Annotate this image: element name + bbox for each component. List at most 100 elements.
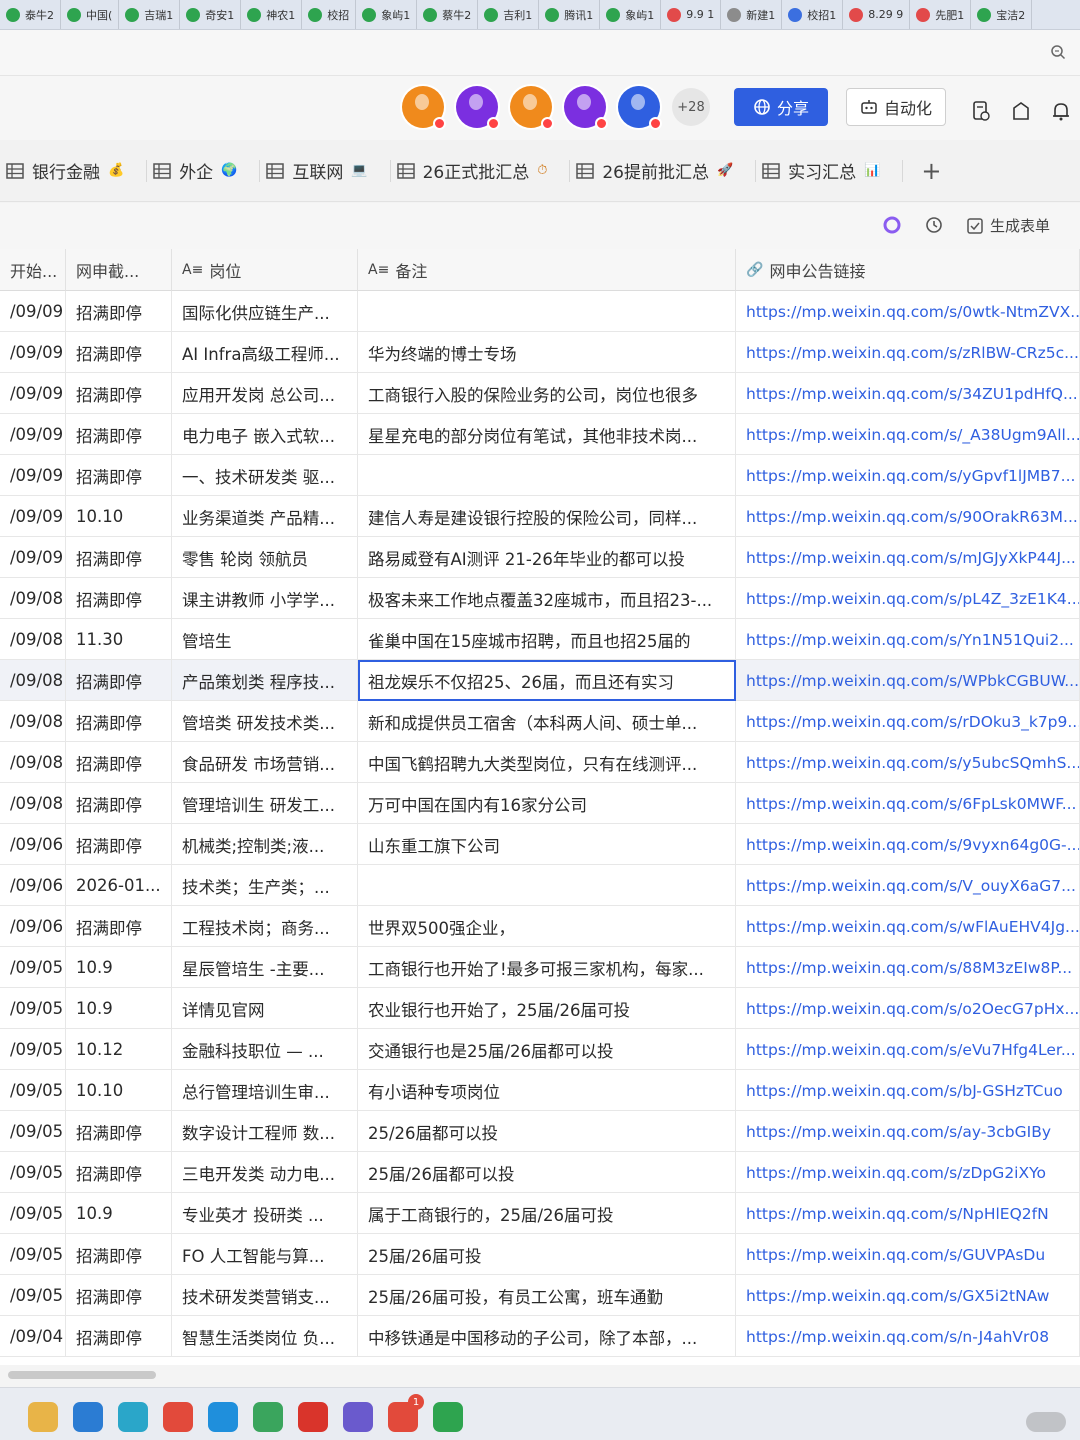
- deadline-cell[interactable]: 招满即停: [66, 537, 172, 578]
- link-cell[interactable]: https://mp.weixin.qq.com/s/WPbkCGBUW...: [736, 660, 1080, 701]
- link-cell[interactable]: https://mp.weixin.qq.com/s/90OrakR63M...: [736, 496, 1080, 537]
- deadline-cell[interactable]: 招满即停: [66, 332, 172, 373]
- position-cell[interactable]: 机械类;控制类;液...: [172, 824, 358, 865]
- edge-icon[interactable]: [208, 1402, 238, 1432]
- browser-tab[interactable]: 蔡牛2: [417, 0, 479, 29]
- collaborator-avatar[interactable]: [510, 86, 554, 130]
- position-cell[interactable]: AI Infra高级工程师...: [172, 332, 358, 373]
- table-row[interactable]: /09/05 10.9 详情见官网 农业银行也开始了，25届/26届可投 https:/…: [0, 988, 1080, 1029]
- link-cell[interactable]: https://mp.weixin.qq.com/s/NpHlEQ2fN: [736, 1193, 1080, 1234]
- browser-tab[interactable]: 神农1: [241, 0, 303, 29]
- link-cell[interactable]: https://mp.weixin.qq.com/s/9vyxn64g0G-..…: [736, 824, 1080, 865]
- table-row[interactable]: /09/09 招满即停 一、技术研发类 驱... https://mp.weixin.…: [0, 455, 1080, 496]
- deadline-cell[interactable]: 10.9: [66, 947, 172, 988]
- table-row[interactable]: /09/09 招满即停 电力电子 嵌入式软... 星星充电的部分岗位有笔试，其他非技术…: [0, 414, 1080, 455]
- link-cell[interactable]: https://mp.weixin.qq.com/s/wFlAuEHV4Jg..…: [736, 906, 1080, 947]
- position-cell[interactable]: 金融科技职位 — ...: [172, 1029, 358, 1070]
- table-row[interactable]: /09/08 招满即停 食品研发 市场营销... 中国飞鹤招聘九大类型岗位，只有在线测…: [0, 742, 1080, 783]
- table-row[interactable]: /09/08 招满即停 课主讲教师 小学学... 极客未来工作地点覆盖32座城市，而且…: [0, 578, 1080, 619]
- share-button[interactable]: 分享: [734, 88, 828, 126]
- link-cell[interactable]: https://mp.weixin.qq.com/s/Yn1N51Qui2...: [736, 619, 1080, 660]
- table-row[interactable]: /09/05 招满即停 技术研发类营销支... 25届/26届可投，有员工公寓，班车通…: [0, 1275, 1080, 1316]
- start-cell[interactable]: /09/09: [0, 414, 66, 455]
- note-cell[interactable]: 中国飞鹤招聘九大类型岗位，只有在线测评...: [358, 742, 736, 783]
- table-row[interactable]: /09/05 10.10 总行管理培训生审... 有小语种专项岗位 https://mp…: [0, 1070, 1080, 1111]
- automation-button[interactable]: 自动化: [846, 88, 946, 126]
- note-cell[interactable]: 路易威登有AI测评 21-26年毕业的都可以投: [358, 537, 736, 578]
- sheet-tab[interactable]: 26提前批汇总 🚀: [570, 159, 757, 183]
- link-cell[interactable]: https://mp.weixin.qq.com/s/ay-3cbGIBy: [736, 1111, 1080, 1152]
- sheet-tab[interactable]: 实习汇总 📊: [756, 159, 904, 183]
- wps-icon[interactable]: [298, 1402, 328, 1432]
- browser-tab[interactable]: 中国(: [61, 0, 120, 29]
- template-icon[interactable]: [1010, 100, 1032, 122]
- table-row[interactable]: /09/06 招满即停 机械类;控制类;液... 山东重工旗下公司 https://mp…: [0, 824, 1080, 865]
- note-cell[interactable]: 祖龙娱乐不仅招25、26届，而且还有实习: [358, 660, 736, 701]
- deadline-cell[interactable]: 招满即停: [66, 1111, 172, 1152]
- link-cell[interactable]: https://mp.weixin.qq.com/s/GUVPAsDu: [736, 1234, 1080, 1275]
- scrollbar-thumb[interactable]: [8, 1371, 156, 1379]
- link-cell[interactable]: https://mp.weixin.qq.com/s/6FpLsk0MWF...: [736, 783, 1080, 824]
- link-cell[interactable]: https://mp.weixin.qq.com/s/GX5i2tNAw: [736, 1275, 1080, 1316]
- deadline-cell[interactable]: 招满即停: [66, 1316, 172, 1357]
- link-cell[interactable]: https://mp.weixin.qq.com/s/0wtk-NtmZVX..…: [736, 291, 1080, 332]
- link-cell[interactable]: https://mp.weixin.qq.com/s/y5ubcSQmhS...: [736, 742, 1080, 783]
- note-cell[interactable]: 属于工商银行的，25届/26届可投: [358, 1193, 736, 1234]
- link-cell[interactable]: https://mp.weixin.qq.com/s/rDOku3_k7p9..…: [736, 701, 1080, 742]
- start-cell[interactable]: /09/08: [0, 578, 66, 619]
- sheet-tab[interactable]: 26正式批汇总 ⏱: [391, 159, 571, 183]
- deadline-cell[interactable]: 招满即停: [66, 455, 172, 496]
- start-cell[interactable]: /09/05: [0, 947, 66, 988]
- collaborator-avatar[interactable]: [564, 86, 608, 130]
- deadline-cell[interactable]: 招满即停: [66, 824, 172, 865]
- link-cell[interactable]: https://mp.weixin.qq.com/s/zDpG2iXYo: [736, 1152, 1080, 1193]
- table-row[interactable]: /09/05 招满即停 数字设计工程师 数... 25/26届都可以投 https://…: [0, 1111, 1080, 1152]
- link-cell[interactable]: https://mp.weixin.qq.com/s/mJGJyXkP44J..…: [736, 537, 1080, 578]
- horizontal-scrollbar[interactable]: [0, 1365, 1080, 1387]
- sheet-tab[interactable]: 银行金融 💰: [0, 159, 148, 183]
- browser-tab[interactable]: 吉瑞1: [119, 0, 181, 29]
- generate-form-button[interactable]: 生成表单: [966, 215, 1050, 236]
- note-cell[interactable]: 中移铁通是中国移动的子公司，除了本部，...: [358, 1316, 736, 1357]
- start-cell[interactable]: /09/05: [0, 1193, 66, 1234]
- position-cell[interactable]: 技术类；生产类；...: [172, 865, 358, 906]
- note-cell[interactable]: 交通银行也是25届/26届都可以投: [358, 1029, 736, 1070]
- note-cell[interactable]: [358, 865, 736, 906]
- collaborator-avatar[interactable]: [456, 86, 500, 130]
- link-cell[interactable]: https://mp.weixin.qq.com/s/o2OecG7pHx...: [736, 988, 1080, 1029]
- table-row[interactable]: /09/05 10.9 星辰管培生 -主要... 工商银行也开始了!最多可报三家机构，…: [0, 947, 1080, 988]
- note-cell[interactable]: 雀巢中国在15座城市招聘，而且也招25届的: [358, 619, 736, 660]
- browser-tab[interactable]: 宝洁2: [971, 0, 1033, 29]
- deadline-cell[interactable]: 招满即停: [66, 414, 172, 455]
- position-cell[interactable]: 三电开发类 动力电...: [172, 1152, 358, 1193]
- deadline-cell[interactable]: 招满即停: [66, 1234, 172, 1275]
- start-cell[interactable]: /09/05: [0, 1152, 66, 1193]
- link-cell[interactable]: https://mp.weixin.qq.com/s/pL4Z_3zE1K4..…: [736, 578, 1080, 619]
- data-grid[interactable]: 开始... 网申截... A≡ 岗位 A≡ 备注 🔗 网申公告链接/09/09 招满即停 国际化供…: [0, 249, 1080, 1365]
- link-cell[interactable]: https://mp.weixin.qq.com/s/n-J4ahVr08: [736, 1316, 1080, 1357]
- deadline-cell[interactable]: 10.9: [66, 1193, 172, 1234]
- position-cell[interactable]: 一、技术研发类 驱...: [172, 455, 358, 496]
- link-cell[interactable]: https://mp.weixin.qq.com/s/34ZU1pdHfQ...: [736, 373, 1080, 414]
- browser-tab[interactable]: 象屿1: [600, 0, 662, 29]
- browser-blue-icon[interactable]: [73, 1402, 103, 1432]
- browser-tab[interactable]: 吉利1: [478, 0, 540, 29]
- position-cell[interactable]: 食品研发 市场营销...: [172, 742, 358, 783]
- column-header[interactable]: 网申截...: [66, 249, 172, 291]
- note-cell[interactable]: 工商银行也开始了!最多可报三家机构，每家...: [358, 947, 736, 988]
- link-cell[interactable]: https://mp.weixin.qq.com/s/88M3zEIw8P...: [736, 947, 1080, 988]
- browser-tab[interactable]: 9.9 1: [661, 0, 722, 29]
- position-cell[interactable]: FO 人工智能与算...: [172, 1234, 358, 1275]
- position-cell[interactable]: 总行管理培训生审...: [172, 1070, 358, 1111]
- start-cell[interactable]: /09/08: [0, 619, 66, 660]
- folder-icon[interactable]: [28, 1402, 58, 1432]
- start-cell[interactable]: /09/06: [0, 824, 66, 865]
- deadline-cell[interactable]: 2026-01...: [66, 865, 172, 906]
- start-cell[interactable]: /09/08: [0, 701, 66, 742]
- column-header[interactable]: 开始...: [0, 249, 66, 291]
- position-cell[interactable]: 管培生: [172, 619, 358, 660]
- table-row[interactable]: /09/05 10.12 金融科技职位 — ... 交通银行也是25届/26届都可以投…: [0, 1029, 1080, 1070]
- note-cell[interactable]: 华为终端的博士专场: [358, 332, 736, 373]
- deadline-cell[interactable]: 招满即停: [66, 578, 172, 619]
- position-cell[interactable]: 应用开发岗 总公司...: [172, 373, 358, 414]
